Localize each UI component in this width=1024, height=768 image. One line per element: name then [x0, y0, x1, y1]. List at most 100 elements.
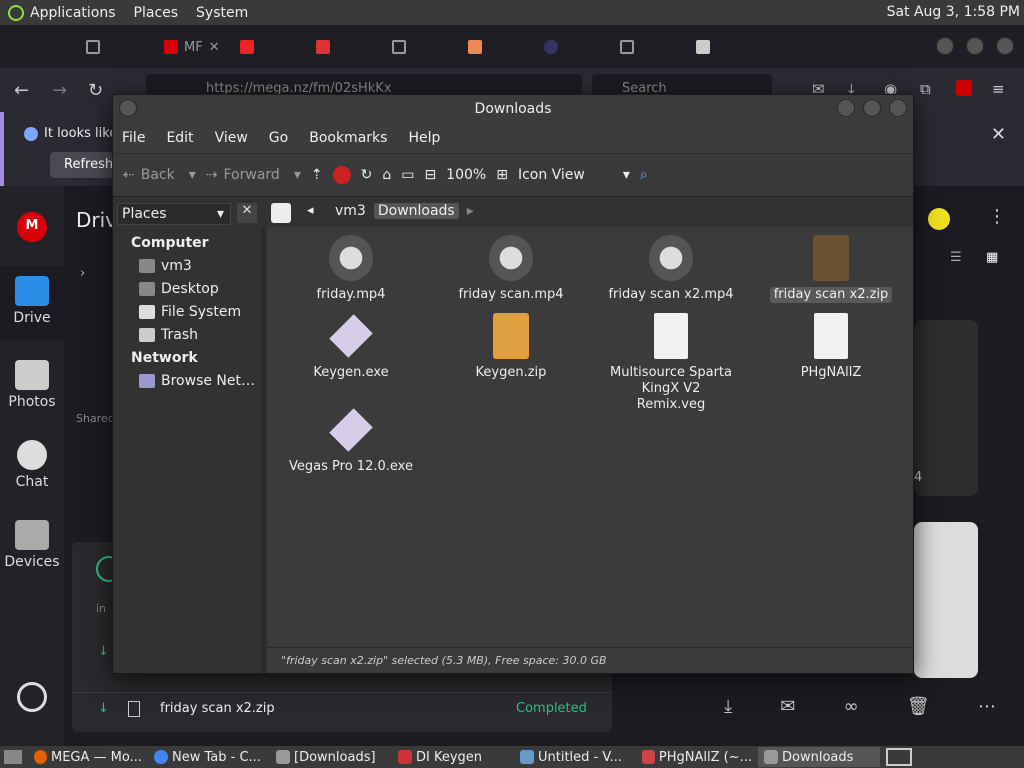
tab-generic[interactable]: [392, 33, 406, 61]
nav-devices[interactable]: Devices: [0, 520, 64, 570]
close-tab-icon[interactable]: ✕: [209, 40, 220, 55]
system-menu[interactable]: System: [196, 5, 248, 21]
nav-chat[interactable]: Chat: [0, 440, 64, 490]
file-item[interactable]: friday scan x2.mp4: [591, 229, 751, 303]
breadcrumb-downloads[interactable]: Downloads: [373, 203, 459, 219]
sidebar-item-vm3[interactable]: vm3: [139, 258, 192, 274]
taskbar-item-vegas[interactable]: Untitled - V...: [514, 747, 636, 767]
dropdown-arrow-icon[interactable]: ▾: [189, 167, 196, 183]
back-button[interactable]: ⇠ Back ▾: [123, 167, 196, 183]
sync-icon[interactable]: [17, 682, 47, 712]
taskbar-item-downloads-active[interactable]: Downloads: [758, 747, 880, 767]
edit-location-icon[interactable]: [271, 203, 291, 223]
nav-drive[interactable]: Drive: [0, 266, 64, 340]
extensions-icon[interactable]: ⧉: [920, 80, 931, 98]
menu-bookmarks[interactable]: Bookmarks: [309, 130, 387, 146]
close-button[interactable]: [889, 99, 907, 117]
tab-mega[interactable]: MF ✕: [164, 33, 220, 61]
file-item[interactable]: PHgNAllZ: [751, 307, 911, 381]
workspace-switcher-icon[interactable]: [886, 748, 912, 766]
grid-view-icon[interactable]: ▦: [986, 250, 998, 265]
forward-arrow-icon[interactable]: →: [52, 80, 67, 101]
taskbar-item-firefox[interactable]: MEGA — Mo...: [28, 747, 148, 767]
theme-toggle-icon[interactable]: [928, 208, 950, 230]
menu-help[interactable]: Help: [408, 130, 440, 146]
sidebar-item-trash[interactable]: Trash: [139, 327, 198, 343]
taskbar-item-chrome[interactable]: New Tab - C...: [148, 747, 270, 767]
zoom-in-button[interactable]: ⊞: [496, 167, 508, 183]
minimize-browser-button[interactable]: [936, 37, 954, 55]
reload-icon[interactable]: ↻: [88, 80, 103, 101]
maximize-browser-button[interactable]: [966, 37, 984, 55]
share-icon[interactable]: ✉: [780, 696, 795, 726]
tab-generic[interactable]: [696, 33, 710, 61]
trash-icon[interactable]: 🗑: [907, 696, 930, 726]
clock[interactable]: Sat Aug 3, 1:58 PM: [887, 4, 1020, 20]
refresh-button[interactable]: Refresh: [50, 152, 120, 178]
file-icon-view[interactable]: friday.mp4 friday scan.mp4 friday scan x…: [267, 227, 913, 647]
forward-button[interactable]: ⇢ Forward ▾: [206, 167, 301, 183]
list-view-icon[interactable]: ☰: [950, 250, 962, 265]
tab-generic[interactable]: [544, 33, 558, 61]
zoom-out-button[interactable]: ⊟: [424, 167, 436, 183]
places-menu[interactable]: Places: [134, 5, 179, 21]
applications-menu[interactable]: Applications: [30, 5, 116, 21]
tab-generic[interactable]: [86, 33, 100, 61]
taskbar-item-downloads-folder[interactable]: [Downloads]: [270, 747, 392, 767]
file-item[interactable]: Vegas Pro 12.0.exe: [271, 401, 431, 475]
dropdown-arrow-icon[interactable]: ▾: [294, 167, 301, 183]
home-button[interactable]: ⌂: [382, 167, 391, 183]
mega-logo-icon[interactable]: M: [17, 212, 47, 242]
menu-edit[interactable]: Edit: [166, 130, 193, 146]
menu-go[interactable]: Go: [269, 130, 288, 146]
window-menu-button[interactable]: [119, 99, 137, 117]
tab-youtube[interactable]: [240, 33, 254, 61]
breadcrumb-right-icon[interactable]: ▸: [467, 203, 474, 219]
maximize-button[interactable]: [863, 99, 881, 117]
expand-icon[interactable]: ›: [80, 266, 85, 281]
taskbar-item-keygen[interactable]: DI Keygen: [392, 747, 514, 767]
reload-button[interactable]: ↻: [361, 167, 373, 183]
up-button[interactable]: ⇡: [311, 167, 323, 183]
download-icon[interactable]: ⤓: [724, 696, 732, 726]
search-button[interactable]: ⌕: [640, 167, 648, 183]
more-options-icon[interactable]: ⋮: [988, 206, 1006, 227]
breadcrumb-vm3[interactable]: vm3: [335, 203, 366, 219]
minimize-button[interactable]: [837, 99, 855, 117]
menu-view[interactable]: View: [215, 130, 248, 146]
tab-download[interactable]: [316, 33, 330, 61]
file-item-selected[interactable]: friday scan x2.zip: [751, 229, 911, 303]
menu-icon[interactable]: ≡: [992, 80, 1005, 98]
file-item[interactable]: Multisource Sparta KingX V2 Remix.veg: [591, 307, 751, 413]
taskbar-item-text-editor[interactable]: PHgNAllZ (~...: [636, 747, 758, 767]
ublock-icon[interactable]: [956, 80, 972, 96]
tab-generic[interactable]: [468, 33, 482, 61]
close-browser-button[interactable]: [996, 37, 1014, 55]
close-sidebar-icon[interactable]: ✕: [237, 203, 257, 223]
sidebar-item-filesystem[interactable]: File System: [139, 304, 241, 320]
file-item[interactable]: friday.mp4: [271, 229, 431, 303]
link-icon[interactable]: ∞: [844, 696, 859, 726]
file-thumbnail[interactable]: [914, 320, 978, 496]
gnome-logo-icon[interactable]: [8, 4, 24, 21]
places-dropdown[interactable]: Places ▾: [117, 203, 231, 225]
file-item[interactable]: Keygen.zip: [431, 307, 591, 381]
file-item[interactable]: Keygen.exe: [271, 307, 431, 381]
transfer-row[interactable]: ↓ friday scan x2.zip Completed: [72, 692, 612, 726]
stop-button[interactable]: [332, 166, 351, 184]
back-arrow-icon[interactable]: ←: [14, 80, 29, 101]
nav-photos[interactable]: Photos: [0, 360, 64, 410]
breadcrumb-left-icon[interactable]: ◂: [307, 203, 314, 218]
sidebar-item-browse-network[interactable]: Browse Net…: [139, 373, 255, 389]
close-icon[interactable]: ✕: [991, 124, 1006, 145]
sidebar-item-desktop[interactable]: Desktop: [139, 281, 219, 297]
tab-generic[interactable]: [620, 33, 634, 61]
view-mode-select[interactable]: Icon View ▾: [518, 167, 630, 183]
menu-file[interactable]: File: [122, 130, 145, 146]
more-icon[interactable]: ⋯: [978, 696, 996, 726]
file-thumbnail[interactable]: [914, 522, 978, 678]
window-titlebar[interactable]: Downloads: [113, 95, 913, 123]
show-desktop-icon[interactable]: [4, 750, 22, 764]
computer-button[interactable]: ▭: [401, 167, 414, 183]
file-item[interactable]: friday scan.mp4: [431, 229, 591, 303]
